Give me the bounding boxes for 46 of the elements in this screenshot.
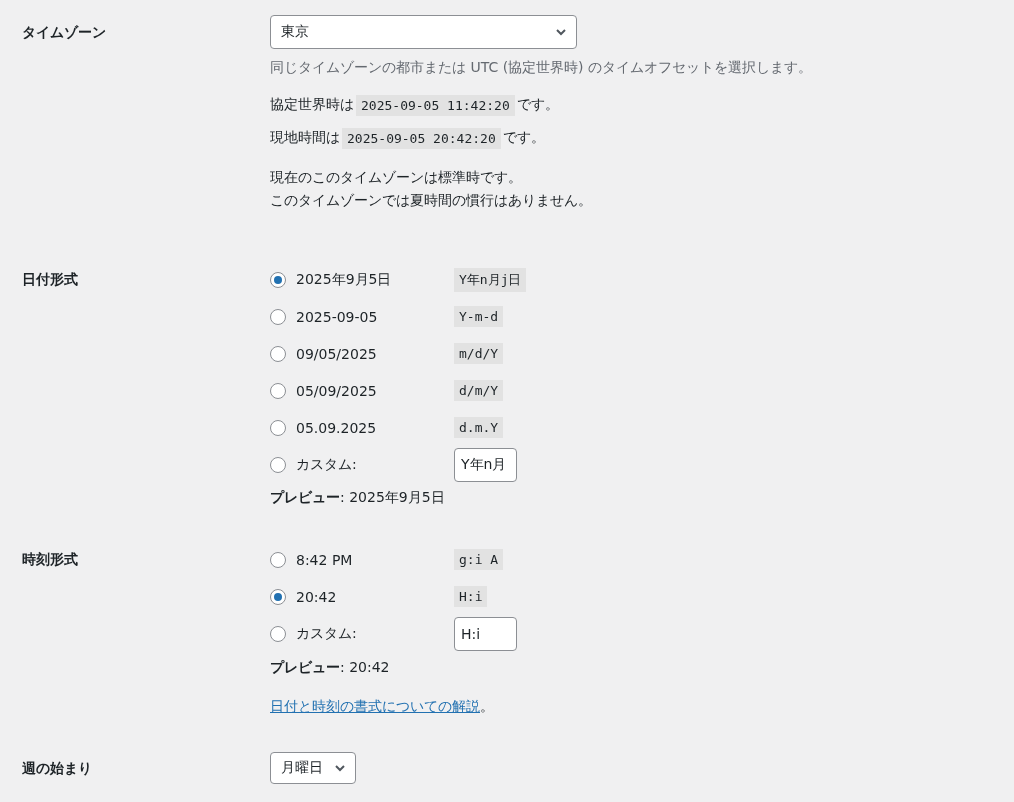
option-label: 05/09/2025 bbox=[296, 382, 378, 399]
setting-label: 週の始まり bbox=[22, 759, 93, 778]
format-code: m/d/Y bbox=[454, 343, 504, 364]
option-label: 20:42 bbox=[296, 588, 338, 605]
timezone-note: 現在のこのタイムゾーンは標準時です。 bbox=[270, 168, 523, 187]
time-suffix: です。 bbox=[502, 129, 545, 147]
setting-label: タイムゾーン bbox=[22, 23, 107, 42]
radio-button[interactable] bbox=[270, 382, 286, 399]
option-label: カスタム: bbox=[296, 455, 358, 474]
help-text: 日付と時刻の書式についての解説。 bbox=[270, 697, 494, 716]
format-code: H:i bbox=[454, 586, 488, 607]
format-code: d.m.Y bbox=[454, 417, 504, 438]
radio-button[interactable] bbox=[270, 345, 286, 362]
option-label: 05.09.2025 bbox=[296, 419, 378, 436]
radio-button[interactable] bbox=[270, 419, 286, 436]
format-code: Y-m-d bbox=[454, 306, 504, 327]
radio-button[interactable] bbox=[270, 271, 286, 288]
time-code: 2025-09-05 20:42:20 bbox=[342, 127, 501, 149]
timezone-select[interactable]: 東京 bbox=[270, 15, 577, 49]
timezone-note: このタイムゾーンでは夏時間の慣行はありません。 bbox=[270, 191, 592, 210]
radio-button[interactable] bbox=[270, 551, 286, 568]
radio-button[interactable] bbox=[270, 456, 286, 473]
time-label: 現地時間は bbox=[270, 129, 340, 147]
preview-text: プレビュー: 2025年9月5日 bbox=[270, 488, 445, 507]
format-code: Y年n月j日 bbox=[454, 267, 527, 292]
option-label: 2025年9月5日 bbox=[296, 270, 393, 289]
radio-button[interactable] bbox=[270, 588, 286, 605]
option-label: 8:42 PM bbox=[296, 551, 354, 568]
description-text: 同じタイムゾーンの都市または UTC (協定世界時) のタイムオフセットを選択します。 bbox=[270, 58, 813, 77]
option-label: 2025-09-05 bbox=[296, 308, 379, 325]
radio-button[interactable] bbox=[270, 308, 286, 325]
setting-label: 日付形式 bbox=[22, 270, 79, 289]
custom-format-field[interactable]: Y年n月 bbox=[454, 447, 517, 482]
radio-button[interactable] bbox=[270, 625, 286, 642]
format-code: g:i A bbox=[454, 549, 504, 570]
time-suffix: です。 bbox=[516, 96, 559, 114]
option-label: カスタム: bbox=[296, 624, 358, 643]
format-code: d/m/Y bbox=[454, 380, 504, 401]
week-start-select[interactable]: 月曜日 bbox=[270, 752, 356, 784]
option-label: 09/05/2025 bbox=[296, 345, 378, 362]
documentation-link[interactable]: 日付と時刻の書式についての解説 bbox=[270, 698, 480, 714]
custom-format-field[interactable]: H:i bbox=[454, 616, 517, 651]
time-code: 2025-09-05 11:42:20 bbox=[356, 94, 515, 116]
setting-label: 時刻形式 bbox=[22, 550, 79, 569]
time-label: 協定世界時は bbox=[270, 96, 354, 114]
preview-text: プレビュー: 20:42 bbox=[270, 658, 390, 677]
